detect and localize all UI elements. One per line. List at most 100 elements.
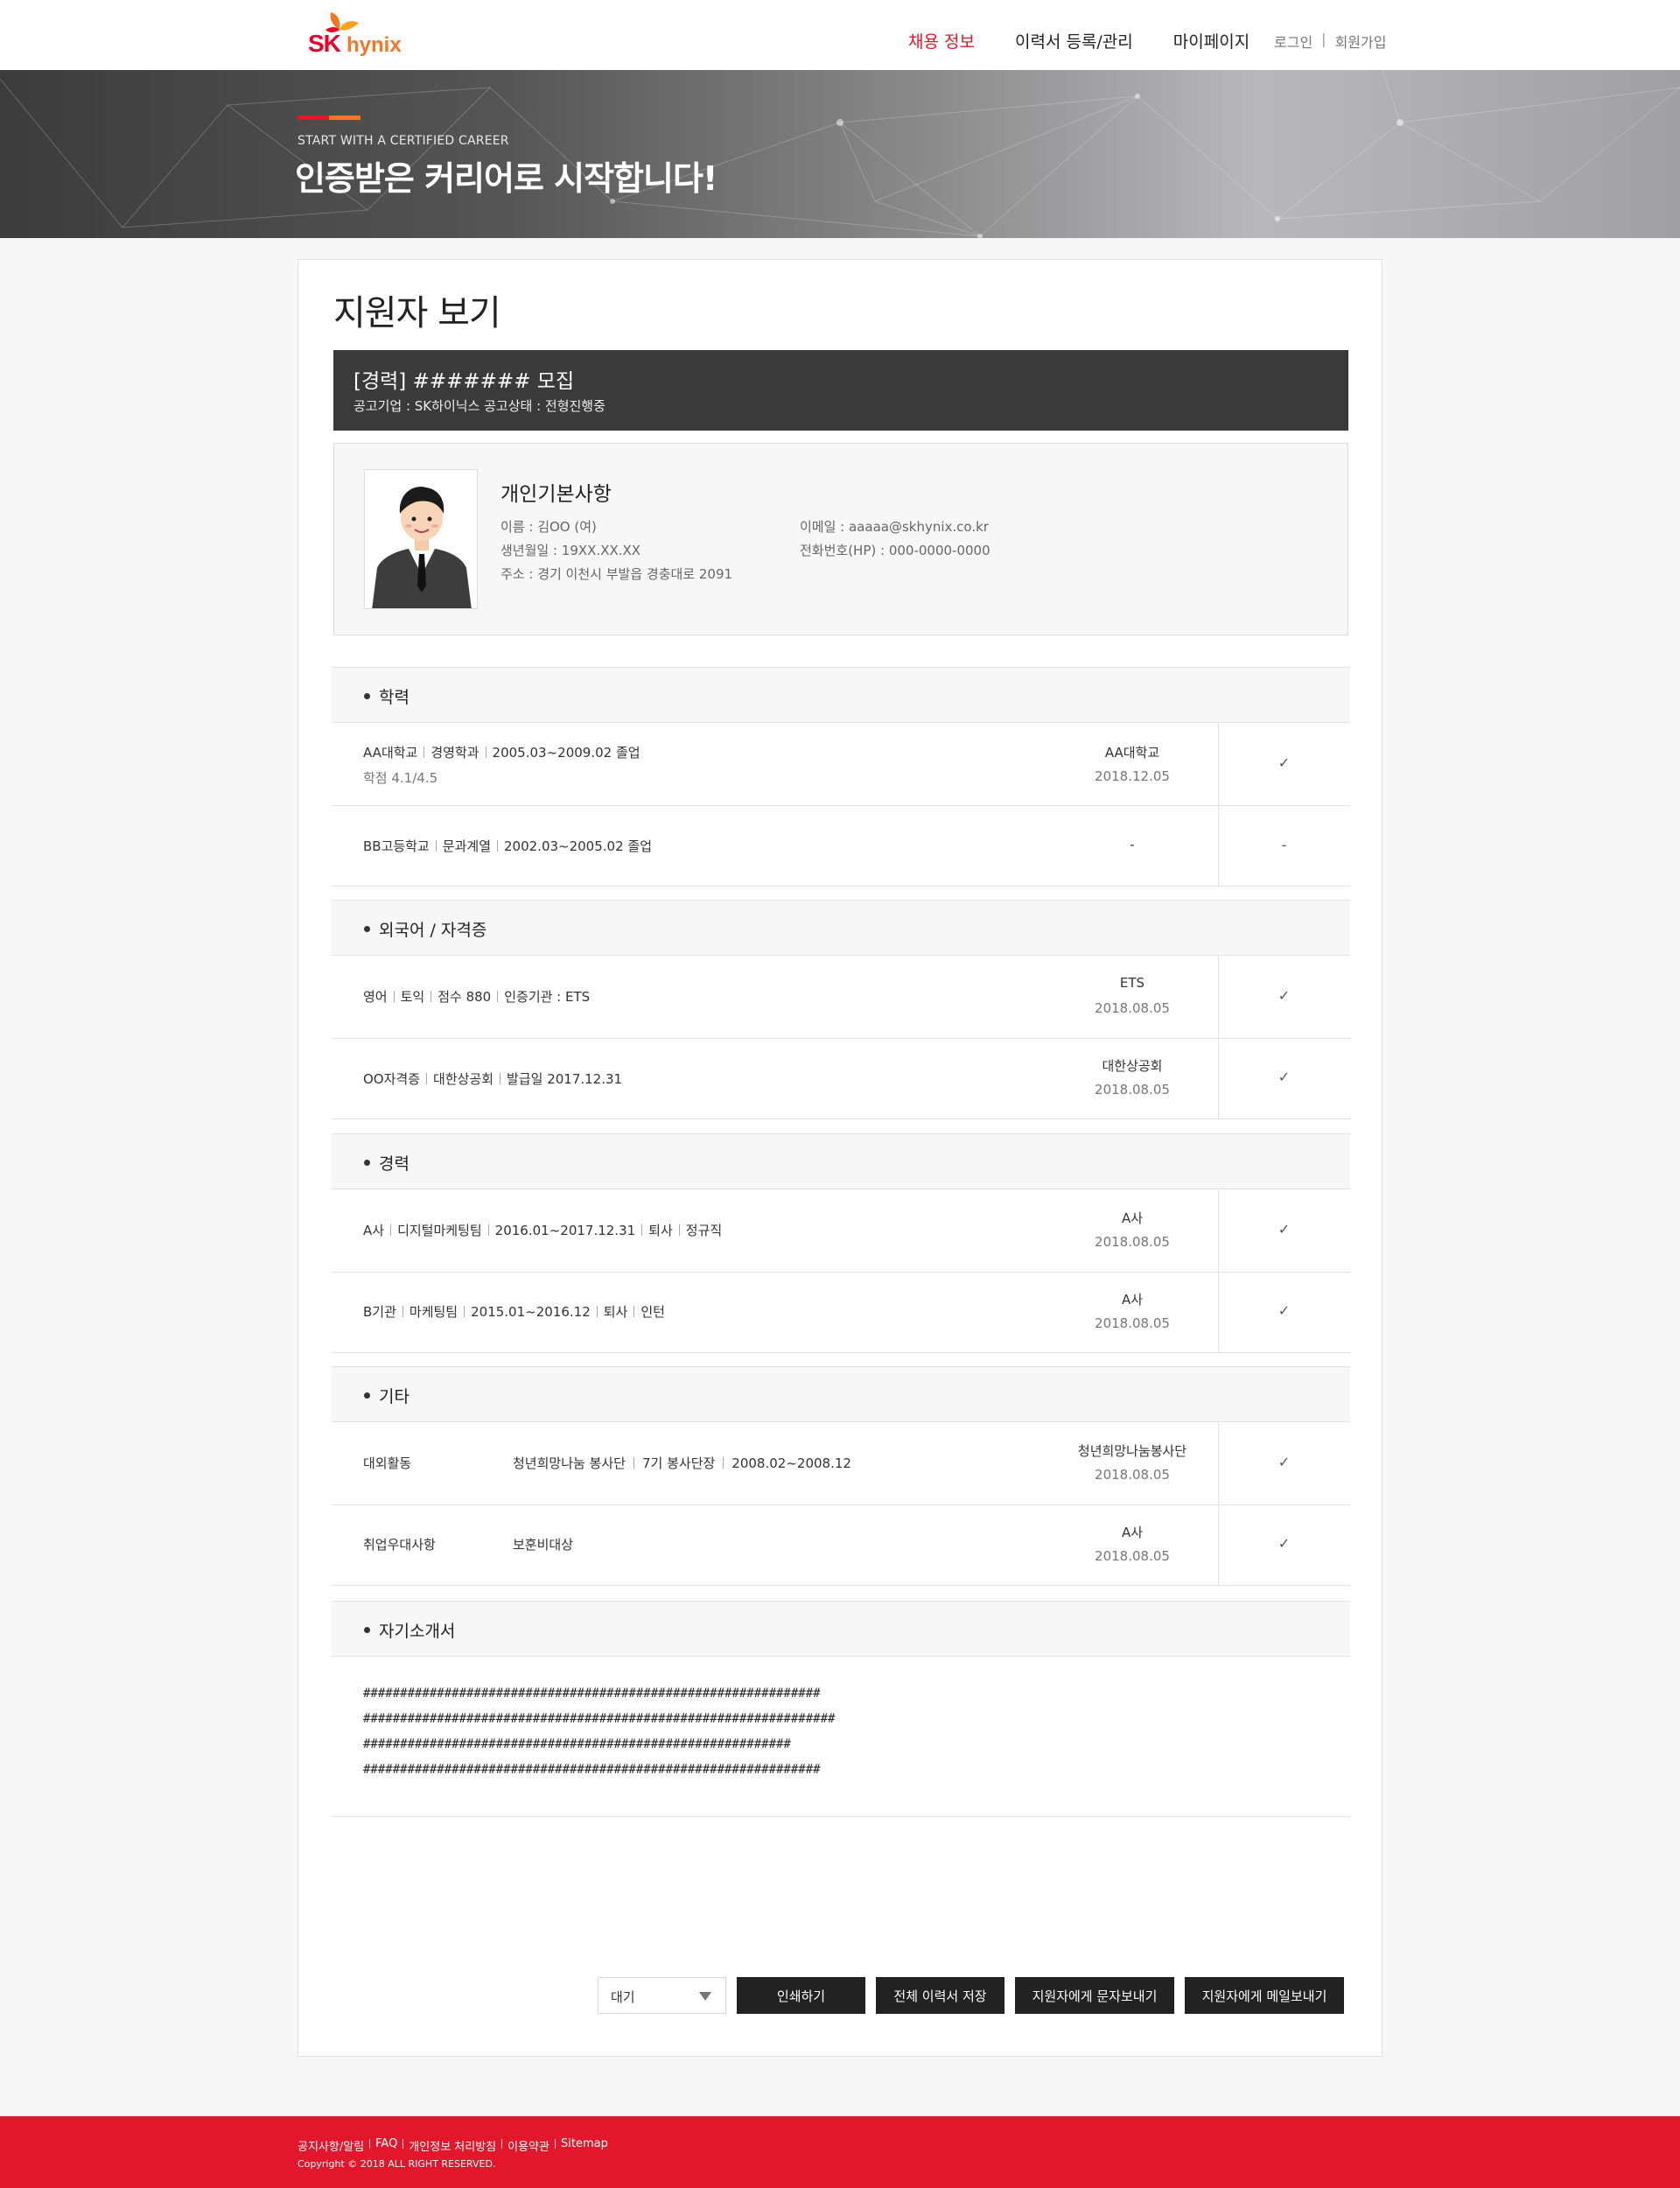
util-divider: | bbox=[1321, 31, 1326, 47]
footer-link-terms[interactable]: 이용약관 bbox=[508, 2137, 550, 2154]
check-icon: ✓ bbox=[1278, 1535, 1291, 1552]
profile-name: 이름 : 김OO (여) bbox=[500, 519, 597, 535]
nav-resume-manage[interactable]: 이력서 등록/관리 bbox=[1015, 29, 1133, 53]
page-title: 지원자 보기 bbox=[333, 293, 501, 333]
etc-value: 보훈비대상 bbox=[513, 1535, 573, 1553]
section-title: 자기소개서 bbox=[379, 1622, 456, 1641]
etc-value: 청년희망나눔 봉사단 7기 봉사단장 2008.02~2008.12 bbox=[513, 1454, 851, 1472]
check-icon: ✓ bbox=[1278, 1221, 1291, 1238]
row-summary: AA대학교 경영학과 2005.03~2009.02 졸업 bbox=[363, 743, 640, 761]
banner-accent-bars bbox=[298, 116, 360, 120]
major: 문과계열 bbox=[442, 838, 491, 854]
period: 2008.02~2008.12 bbox=[732, 1455, 851, 1471]
verify-org: - bbox=[1130, 837, 1135, 852]
language-row: 영어 토익 점수 880 인증기관 : ETS ETS 2018.08.05 ✓ bbox=[332, 956, 1350, 1039]
section-title: 외국어 / 자격증 bbox=[379, 921, 487, 940]
profile-phone: 전화번호(HP) : 000-0000-0000 bbox=[800, 543, 990, 558]
footer-link-sitemap[interactable]: Sitemap bbox=[561, 2137, 608, 2154]
bullet-icon bbox=[364, 693, 370, 699]
gpa: 학점 4.1/4.5 bbox=[363, 770, 438, 786]
util-links: 로그인 | 회원가입 bbox=[1274, 31, 1386, 52]
period: 2005.03~2009.02 졸업 bbox=[492, 745, 640, 761]
verify-date: 2018.12.05 bbox=[1095, 768, 1170, 784]
issuer: 대한상공회 bbox=[433, 1071, 494, 1087]
verify-date: 2018.08.05 bbox=[1095, 1315, 1170, 1331]
intro-line: ########################################… bbox=[363, 1712, 836, 1726]
send-mail-button[interactable]: 지원자에게 메일보내기 bbox=[1185, 1977, 1344, 2014]
verify-date: 2018.08.05 bbox=[1095, 1467, 1170, 1483]
score: 점수 880 bbox=[438, 989, 492, 1005]
check-icon: ✓ bbox=[1278, 1454, 1291, 1470]
footer-link-notice[interactable]: 공지사항/알림 bbox=[298, 2137, 364, 2154]
footer-link-faq[interactable]: FAQ bbox=[375, 2137, 397, 2154]
period: 2015.01~2016.12 bbox=[471, 1304, 591, 1320]
status-select[interactable]: 대기 bbox=[598, 1977, 726, 2014]
banner-subtitle: START WITH A CERTIFIED CAREER bbox=[298, 134, 509, 148]
school-name: AA대학교 bbox=[363, 745, 418, 761]
copyright: Copyright © 2018 ALL RIGHT RESERVED. bbox=[298, 2158, 496, 2170]
check-icon: ✓ bbox=[1278, 987, 1291, 1004]
activity-role: 7기 봉사단장 bbox=[641, 1455, 716, 1471]
nav-recruit-info[interactable]: 채용 정보 bbox=[908, 29, 975, 53]
section-career-header: 경력 bbox=[332, 1133, 1350, 1189]
intro-line: ########################################… bbox=[363, 1687, 821, 1701]
verify-date: 2018.08.05 bbox=[1095, 1548, 1170, 1564]
login-link[interactable]: 로그인 bbox=[1274, 31, 1312, 52]
check-icon: ✓ bbox=[1278, 1069, 1291, 1085]
status: 퇴사 bbox=[603, 1304, 628, 1320]
send-sms-button[interactable]: 지원자에게 문자보내기 bbox=[1015, 1977, 1174, 2014]
row-summary: BB고등학교 문과계열 2002.03~2005.02 졸업 bbox=[363, 837, 652, 855]
etc-row: 대외활동 청년희망나눔 봉사단 7기 봉사단장 2008.02~2008.12 청년… bbox=[332, 1422, 1350, 1505]
period: 2002.03~2005.02 졸업 bbox=[504, 838, 652, 854]
verify-org: A사 bbox=[1121, 1292, 1144, 1308]
posting-header: [경력] ####### 모집 공고기업 : SK하이닉스 공고상태 : 전형진… bbox=[333, 350, 1348, 431]
verify-date: 2018.08.05 bbox=[1095, 1000, 1170, 1016]
period: 2016.01~2017.12.31 bbox=[494, 1223, 636, 1238]
triangle-down-icon bbox=[699, 1992, 711, 2001]
verify-date: 2018.08.05 bbox=[1095, 1082, 1170, 1098]
employment-type: 정규직 bbox=[685, 1223, 723, 1238]
signup-link[interactable]: 회원가입 bbox=[1335, 31, 1387, 52]
company: B기관 bbox=[363, 1304, 396, 1320]
footer-links: 공지사항/알림 FAQ 개인정보 처리방침 이용약관 Sitemap bbox=[298, 2137, 608, 2154]
education-row: BB고등학교 문과계열 2002.03~2005.02 졸업 - - bbox=[332, 806, 1350, 887]
hero-banner: START WITH A CERTIFIED CAREER 인증받은 커리어로 … bbox=[0, 70, 1680, 238]
nav-mypage[interactable]: 마이페이지 bbox=[1173, 29, 1250, 53]
section-education-header: 학력 bbox=[332, 667, 1350, 723]
print-button[interactable]: 인쇄하기 bbox=[737, 1977, 865, 2014]
etc-key: 대외활동 bbox=[363, 1455, 412, 1471]
preference-value: 보훈비대상 bbox=[513, 1537, 574, 1553]
avatar-illustration bbox=[365, 470, 477, 608]
etc-row: 취업우대사항 보훈비대상 A사 2018.08.05 ✓ bbox=[332, 1505, 1350, 1586]
check-icon: ✓ bbox=[1278, 754, 1291, 771]
sk-hynix-logo[interactable]: SK hynix bbox=[306, 11, 402, 60]
career-row: A사 디지털마케팅팀 2016.01~2017.12.31 퇴사 정규직 A사 2018… bbox=[332, 1189, 1350, 1273]
activity-name: 청년희망나눔 봉사단 bbox=[513, 1455, 626, 1471]
department: 디지털마케팅팀 bbox=[397, 1223, 482, 1238]
company: A사 bbox=[363, 1223, 385, 1238]
network-pattern bbox=[0, 70, 1680, 238]
section-etc-header: 기타 bbox=[332, 1366, 1350, 1422]
section-title: 학력 bbox=[379, 688, 410, 707]
bullet-icon bbox=[364, 1627, 370, 1633]
intro-line: ########################################… bbox=[363, 1763, 821, 1777]
verify-date: 2018.08.05 bbox=[1095, 1234, 1170, 1250]
major: 경영학과 bbox=[430, 745, 480, 761]
footer-link-privacy[interactable]: 개인정보 처리방침 bbox=[409, 2137, 496, 2154]
test-name: 토익 bbox=[400, 989, 425, 1005]
section-title: 경력 bbox=[379, 1154, 410, 1174]
row-summary: OO자격증 대한상공회 발급일 2017.12.31 bbox=[363, 1069, 622, 1088]
accent-bar-red bbox=[298, 116, 329, 120]
department: 마케팅팀 bbox=[409, 1304, 458, 1320]
logo-sk-text: SK bbox=[308, 30, 341, 57]
site-footer: 공지사항/알림 FAQ 개인정보 처리방침 이용약관 Sitemap Copyr… bbox=[0, 2116, 1680, 2188]
education-row: AA대학교 경영학과 2005.03~2009.02 졸업 학점 4.1/4.5 A… bbox=[332, 723, 1350, 806]
row-summary: 영어 토익 점수 880 인증기관 : ETS bbox=[363, 987, 590, 1006]
self-intro-body: ########################################… bbox=[332, 1657, 1350, 1817]
profile-address: 주소 : 경기 이천시 부발읍 경충대로 2091 bbox=[500, 566, 733, 582]
verify-org: A사 bbox=[1121, 1525, 1144, 1540]
save-all-button[interactable]: 전체 이력서 저장 bbox=[876, 1977, 1004, 2014]
verify-org: 대한상공회 bbox=[1102, 1058, 1163, 1074]
logo-hynix-text: hynix bbox=[346, 33, 402, 57]
section-intro-header: 자기소개서 bbox=[332, 1601, 1350, 1657]
